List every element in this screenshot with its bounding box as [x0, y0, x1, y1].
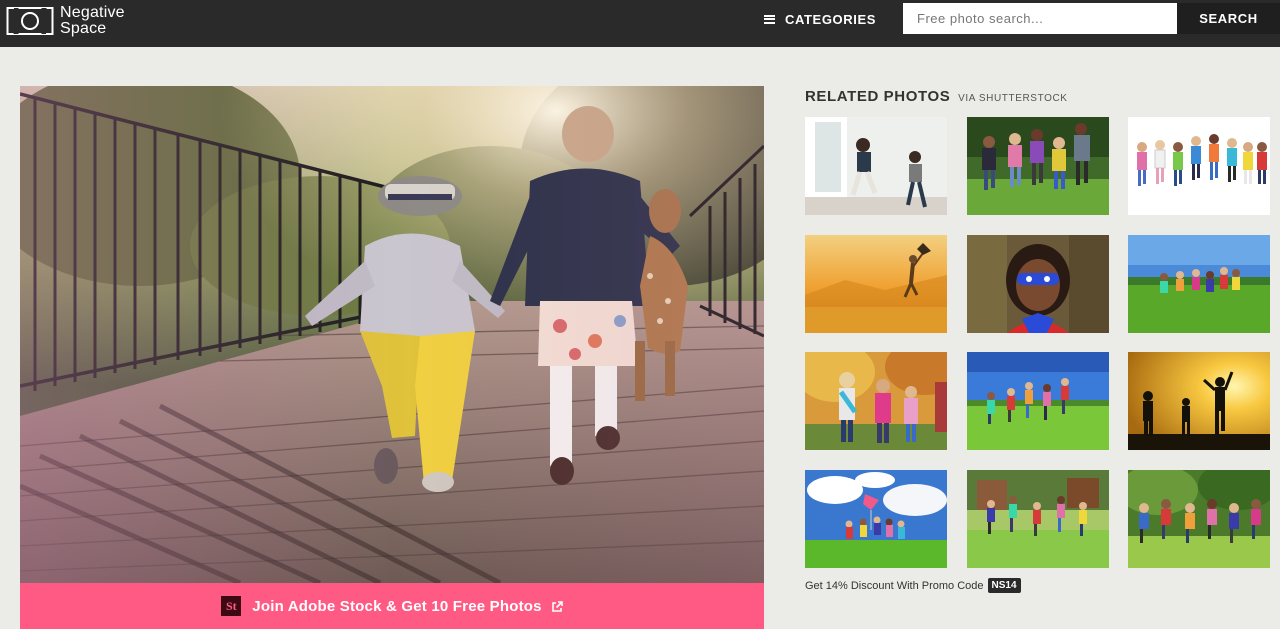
adobe-stock-banner[interactable]: St Join Adobe Stock & Get 10 Free Photos	[20, 583, 764, 629]
thumb-children-running-park[interactable]	[967, 117, 1109, 215]
top-navigation-bar: Negative Space CATEGORIES SEARCH	[0, 0, 1280, 47]
thumb-kids-kite-sky[interactable]	[805, 470, 947, 568]
categories-menu-button[interactable]: CATEGORIES	[764, 0, 876, 38]
site-logo[interactable]: Negative Space	[6, 4, 125, 38]
thumb-kids-running-meadow[interactable]	[967, 352, 1109, 450]
external-link-icon	[551, 600, 563, 612]
thumb-kids-running-trees[interactable]	[1128, 470, 1270, 568]
promo-code-badge: NS14	[987, 578, 1021, 593]
related-via-text: VIA SHUTTERSTOCK	[958, 93, 1068, 104]
logo-line-1: Negative	[60, 4, 125, 21]
promo-line: Get 14% Discount With Promo Code NS14	[805, 578, 1021, 593]
thumb-silhouette-sunset[interactable]	[1128, 352, 1270, 450]
hamburger-icon	[764, 14, 775, 24]
related-photos-heading: RELATED PHOTOS VIA SHUTTERSTOCK	[805, 88, 1068, 105]
thumb-children-group-white[interactable]	[1128, 117, 1270, 215]
logo-line-2: Space	[60, 20, 107, 37]
adobe-stock-icon: St	[221, 596, 242, 616]
thumb-girls-autumn[interactable]	[805, 352, 947, 450]
categories-label: CATEGORIES	[785, 11, 876, 27]
thumb-kids-playground[interactable]	[967, 470, 1109, 568]
search-button[interactable]: SEARCH	[1177, 3, 1280, 34]
thumb-kids-running-field[interactable]	[1128, 235, 1270, 333]
adobe-stock-label: Join Adobe Stock & Get 10 Free Photos	[252, 597, 542, 615]
thumb-child-kite-sunset[interactable]	[805, 235, 947, 333]
search-input[interactable]	[903, 3, 1177, 34]
promo-text: Get 14% Discount With Promo Code	[805, 579, 984, 592]
logo-wordmark: Negative Space	[60, 5, 125, 37]
camera-frame-icon	[6, 6, 54, 36]
main-photo[interactable]	[20, 86, 764, 583]
related-title-text: RELATED PHOTOS	[805, 88, 951, 105]
thumb-superhero-kid[interactable]	[967, 235, 1109, 333]
thumb-children-running-indoors[interactable]	[805, 117, 947, 215]
